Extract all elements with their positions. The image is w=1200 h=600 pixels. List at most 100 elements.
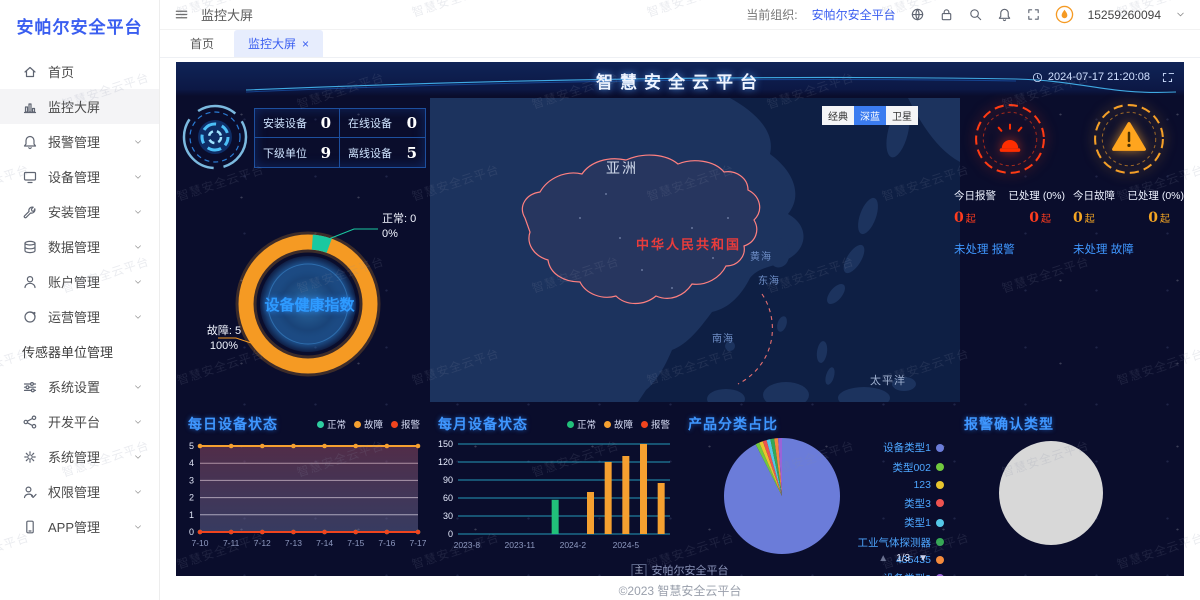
timestamp: 2024-07-17 21:20:08 bbox=[1032, 71, 1150, 83]
svg-text:2023-8: 2023-8 bbox=[454, 540, 481, 550]
chevron-down-icon[interactable] bbox=[1175, 9, 1186, 20]
pie-legend-item-类型3[interactable]: 类型3 bbox=[904, 496, 944, 511]
pie-legend-item-123[interactable]: 123 bbox=[913, 479, 944, 491]
sidebar-item-permission[interactable]: 权限管理 bbox=[0, 474, 159, 509]
tab-close-icon[interactable]: × bbox=[302, 38, 309, 50]
sidebar-item-label: 权限管理 bbox=[48, 482, 100, 501]
sidebar-item-alarm[interactable]: 报警管理 bbox=[0, 124, 159, 159]
map-canvas bbox=[430, 98, 960, 402]
pie-legend-item-工业气体探测器[interactable]: 工业气体探测器 bbox=[858, 535, 945, 550]
svg-text:7-16: 7-16 bbox=[378, 538, 395, 548]
svg-text:7-14: 7-14 bbox=[316, 538, 333, 548]
account-icon bbox=[22, 274, 38, 290]
user-phone[interactable]: 15259260094 bbox=[1088, 8, 1161, 22]
sidebar-item-system[interactable]: 系统管理 bbox=[0, 439, 159, 474]
svg-text:7-10: 7-10 bbox=[191, 538, 208, 548]
sidebar: 安帕尔安全平台 首页监控大屏报警管理设备管理安装管理数据管理账户管理运营管理传感… bbox=[0, 0, 160, 600]
org-badge-name: 安帕尔安全平台 bbox=[652, 562, 729, 576]
org-name[interactable]: 安帕尔安全平台 bbox=[812, 6, 896, 23]
collapse-menu-icon[interactable] bbox=[174, 7, 189, 22]
sidebar-item-app[interactable]: APP管理 bbox=[0, 509, 159, 544]
sidebar-item-monitor[interactable]: 监控大屏 bbox=[0, 89, 159, 124]
sidebar-item-label: 安装管理 bbox=[48, 202, 100, 221]
app-icon bbox=[22, 519, 38, 535]
pie-page-up-icon[interactable]: ▲ bbox=[878, 553, 888, 564]
chevron-down-icon bbox=[133, 172, 143, 182]
map-style-经典[interactable]: 经典 bbox=[822, 106, 854, 125]
tab-监控大屏[interactable]: 监控大屏× bbox=[234, 30, 323, 57]
alarm-summary: 今日报警 已处理 (0%) 0起 0起 未处理 报警 bbox=[954, 102, 1065, 257]
legend-item-故障[interactable]: 故障 bbox=[354, 417, 383, 431]
fault-handled-count: 0起 bbox=[1148, 209, 1170, 227]
pie-legend-item-类型1[interactable]: 类型1 bbox=[904, 515, 944, 530]
unhandled-fault-link[interactable]: 未处理 故障 bbox=[1073, 241, 1134, 257]
stat-cell: 离线设备5 bbox=[340, 138, 425, 167]
sidebar-item-label: 报警管理 bbox=[48, 132, 100, 151]
sidebar-item-operation[interactable]: 运营管理 bbox=[0, 299, 159, 334]
svg-text:2024-5: 2024-5 bbox=[613, 540, 640, 550]
sidebar-item-label: 系统设置 bbox=[48, 377, 100, 396]
org-label: 当前组织: bbox=[746, 6, 797, 23]
chevron-down-icon bbox=[133, 417, 143, 427]
pie-legend-item-设备类型1[interactable]: 设备类型1 bbox=[883, 440, 944, 455]
svg-text:7-13: 7-13 bbox=[285, 538, 302, 548]
tech-ring-icon bbox=[180, 102, 250, 172]
chevron-down-icon bbox=[133, 452, 143, 462]
data-icon bbox=[22, 239, 38, 255]
pie-legend-item-类型002[interactable]: 类型002 bbox=[892, 460, 944, 475]
svg-text:2: 2 bbox=[189, 493, 194, 503]
sidebar-item-install[interactable]: 安装管理 bbox=[0, 194, 159, 229]
fullscreen-icon[interactable] bbox=[1026, 7, 1041, 22]
monthly-chart-canvas: 03060901201502023-82023-112024-22024-5 bbox=[428, 434, 676, 564]
alarm-total: 0起 bbox=[954, 209, 976, 227]
pie-page-down-icon[interactable]: ▼ bbox=[918, 553, 928, 564]
clock-icon bbox=[1032, 72, 1043, 83]
stat-cell: 在线设备0 bbox=[340, 109, 425, 138]
svg-text:4: 4 bbox=[189, 458, 194, 468]
sidebar-item-develop[interactable]: 开发平台 bbox=[0, 404, 159, 439]
dashboard: 智慧安全云平台 2024-07-17 21:20:08 安装设备0在线设备0下级… bbox=[176, 62, 1184, 576]
product-pie-chart: 产品分类占比 设备类型1类型002123类型3类型1工业气体探测器435435设… bbox=[678, 408, 952, 570]
monthly-chart-title: 每月设备状态 bbox=[438, 414, 528, 434]
sidebar-item-device[interactable]: 设备管理 bbox=[0, 159, 159, 194]
sidebar-item-label: 首页 bbox=[48, 62, 74, 81]
pie-legend-item-设备类型2[interactable]: 设备类型2 bbox=[883, 571, 944, 577]
china-map[interactable]: 亚洲中华人民共和国黄海东海南海太平洋 经典深蓝卫星 bbox=[430, 98, 960, 402]
org-map-badge[interactable]: 主 安帕尔安全平台 bbox=[631, 562, 728, 576]
sidebar-item-home[interactable]: 首页 bbox=[0, 54, 159, 89]
legend-item-正常[interactable]: 正常 bbox=[317, 417, 346, 431]
alarm-title: 今日报警 bbox=[954, 188, 996, 203]
chevron-down-icon bbox=[133, 137, 143, 147]
operation-icon bbox=[22, 309, 38, 325]
legend-item-报警[interactable]: 报警 bbox=[641, 417, 670, 431]
avatar-icon[interactable] bbox=[1055, 5, 1074, 24]
tab-首页[interactable]: 首页 bbox=[176, 30, 228, 57]
legend-item-故障[interactable]: 故障 bbox=[604, 417, 633, 431]
globe-icon[interactable] bbox=[910, 7, 925, 22]
sidebar-item-label: 监控大屏 bbox=[48, 97, 100, 116]
chevron-down-icon bbox=[133, 487, 143, 497]
unhandled-alarm-link[interactable]: 未处理 报警 bbox=[954, 241, 1015, 257]
monitor-icon bbox=[22, 99, 38, 115]
dashboard-fullscreen-icon[interactable] bbox=[1161, 71, 1174, 84]
map-style-深蓝[interactable]: 深蓝 bbox=[854, 106, 886, 125]
search-icon[interactable] bbox=[968, 7, 983, 22]
sidebar-item-label: 开发平台 bbox=[48, 412, 100, 431]
sidebar-item-data[interactable]: 数据管理 bbox=[0, 229, 159, 264]
stat-cell: 下级单位9 bbox=[255, 138, 340, 167]
legend-item-报警[interactable]: 报警 bbox=[391, 417, 420, 431]
content-area: 智慧安全云平台 2024-07-17 21:20:08 安装设备0在线设备0下级… bbox=[160, 58, 1200, 600]
chevron-down-icon bbox=[133, 382, 143, 392]
daily-chart-title: 每日设备状态 bbox=[188, 414, 278, 434]
sidebar-item-account[interactable]: 账户管理 bbox=[0, 264, 159, 299]
svg-text:0: 0 bbox=[448, 529, 453, 539]
sidebar-item-label: 数据管理 bbox=[48, 237, 100, 256]
lock-icon[interactable] bbox=[939, 7, 954, 22]
svg-text:7-12: 7-12 bbox=[254, 538, 271, 548]
alarm-handled-label: 已处理 (0%) bbox=[1008, 188, 1065, 203]
sidebar-item-settings[interactable]: 系统设置 bbox=[0, 369, 159, 404]
alarm-siren-icon bbox=[973, 102, 1047, 176]
legend-item-正常[interactable]: 正常 bbox=[567, 417, 596, 431]
bell-icon[interactable] bbox=[997, 7, 1012, 22]
map-style-卫星[interactable]: 卫星 bbox=[886, 106, 918, 125]
